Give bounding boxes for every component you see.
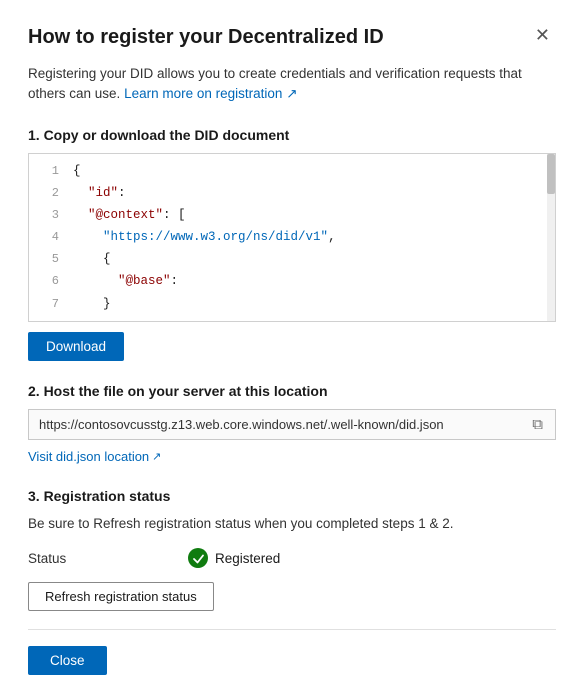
- code-block: 1 { 2 "id": 3 "@context": [ 4 "https://w…: [28, 153, 556, 322]
- download-button[interactable]: Download: [28, 332, 124, 361]
- section-3-title: 3. Registration status: [28, 488, 556, 504]
- refresh-registration-button[interactable]: Refresh registration status: [28, 582, 214, 611]
- scrollbar[interactable]: [547, 154, 555, 321]
- did-link[interactable]: "https://www.w3.org/ns/did/v1": [103, 230, 328, 244]
- code-line-5: 5 {: [29, 248, 555, 270]
- section-3: 3. Registration status Be sure to Refres…: [28, 488, 556, 611]
- footer: Close: [28, 646, 556, 675]
- section-1-title: 1. Copy or download the DID document: [28, 127, 556, 143]
- url-row: https://contosovcusstg.z13.web.core.wind…: [28, 409, 556, 440]
- footer-divider: [28, 629, 556, 630]
- status-row: Status Registered: [28, 548, 556, 568]
- section-2-title: 2. Host the file on your server at this …: [28, 383, 556, 399]
- intro-text: Registering your DID allows you to creat…: [28, 64, 556, 105]
- code-line-6: 6 "@base":: [29, 270, 555, 292]
- code-line-3: 3 "@context": [: [29, 204, 555, 226]
- external-link-icon: ↗: [152, 450, 161, 463]
- status-label: Status: [28, 551, 188, 566]
- registered-icon: [188, 548, 208, 568]
- learn-more-link[interactable]: Learn more on registration ↗: [124, 86, 297, 101]
- code-line-7: 7 }: [29, 293, 555, 315]
- status-note: Be sure to Refresh registration status w…: [28, 514, 556, 534]
- copy-icon[interactable]: ⧉: [530, 416, 545, 433]
- code-line-4: 4 "https://www.w3.org/ns/did/v1",: [29, 226, 555, 248]
- section-1: 1. Copy or download the DID document 1 {…: [28, 127, 556, 383]
- status-text: Registered: [215, 551, 280, 566]
- code-line-1: 1 {: [29, 160, 555, 182]
- code-line-2: 2 "id":: [29, 182, 555, 204]
- url-text: https://contosovcusstg.z13.web.core.wind…: [39, 417, 530, 432]
- external-link-icon: ↗: [286, 86, 297, 101]
- status-value: Registered: [188, 548, 280, 568]
- modal-title: How to register your Decentralized ID: [28, 24, 384, 50]
- modal: How to register your Decentralized ID ✕ …: [0, 0, 584, 699]
- scrollbar-thumb: [547, 154, 555, 194]
- close-modal-button[interactable]: Close: [28, 646, 107, 675]
- section-2: 2. Host the file on your server at this …: [28, 383, 556, 466]
- visit-did-json-link[interactable]: Visit did.json location ↗: [28, 449, 161, 464]
- close-icon[interactable]: ✕: [529, 24, 556, 46]
- modal-header: How to register your Decentralized ID ✕: [28, 24, 556, 50]
